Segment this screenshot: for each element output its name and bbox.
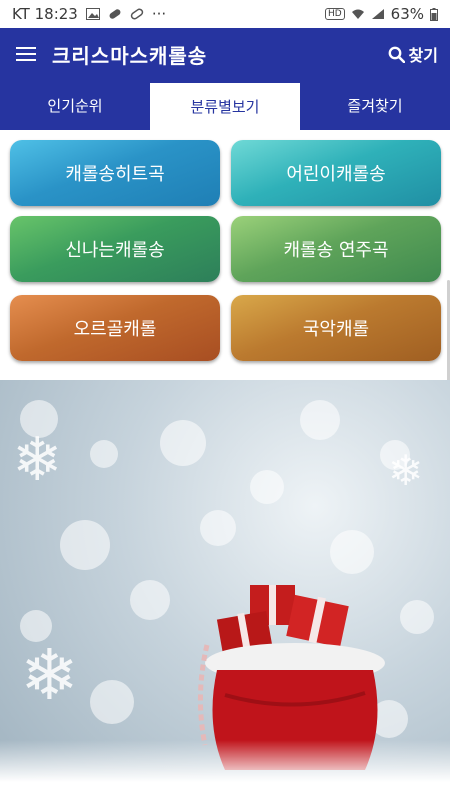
- hd-badge: HD: [324, 8, 345, 20]
- search-label: 찾기: [408, 46, 438, 65]
- bokeh-light: [90, 680, 134, 724]
- tab-popular[interactable]: 인기순위: [0, 80, 150, 130]
- tab-categories[interactable]: 분류별보기: [150, 80, 300, 130]
- gallery-icon: [85, 8, 100, 20]
- category-music-box-button[interactable]: 오르골캐롤: [10, 295, 220, 361]
- app-bar: 크리스마스캐롤송 찾기: [0, 28, 450, 80]
- snowflake-icon: ❄: [20, 634, 79, 716]
- search-icon: [388, 46, 405, 63]
- status-bar: KT 18:23 ··· HD 63%: [0, 0, 450, 28]
- menu-button[interactable]: [0, 28, 52, 80]
- battery-icon: [430, 7, 438, 21]
- wifi-icon: [351, 9, 364, 19]
- bokeh-light: [90, 440, 118, 468]
- more-notifications: ···: [151, 5, 167, 23]
- category-label: 국악캐롤: [302, 319, 370, 340]
- category-label: 오르골캐롤: [73, 319, 157, 340]
- tab-label: 즐겨찾기: [347, 96, 403, 115]
- search-button[interactable]: 찾기: [388, 42, 438, 66]
- christmas-banner-image: ❄ ❄ ❄: [0, 380, 450, 800]
- category-upbeat-carols-button[interactable]: 신나는캐롤송: [10, 216, 220, 282]
- snowflake-icon: ❄: [388, 446, 424, 495]
- category-instrumental-button[interactable]: 캐롤송 연주곡: [231, 216, 441, 282]
- bokeh-light: [250, 470, 284, 504]
- bokeh-light: [400, 600, 434, 634]
- app-title: 크리스마스캐롤송: [52, 43, 208, 68]
- category-grid: 캐롤송히트곡 어린이캐롤송 신나는캐롤송 캐롤송 연주곡 오르골캐롤 국악캐롤: [0, 130, 450, 470]
- bokeh-light: [330, 530, 374, 574]
- tab-favorites[interactable]: 즐겨찾기: [300, 80, 450, 130]
- category-label: 신나는캐롤송: [65, 240, 165, 261]
- bokeh-light: [160, 420, 206, 466]
- category-gugak-button[interactable]: 국악캐롤: [231, 295, 441, 361]
- pill-icon: [109, 9, 121, 19]
- category-label: 캐롤송 연주곡: [283, 240, 389, 261]
- bokeh-light: [130, 580, 170, 620]
- snow-ground: [0, 740, 450, 800]
- tab-label: 분류별보기: [190, 98, 260, 116]
- tab-bar: 인기순위 분류별보기 즐겨찾기: [0, 80, 450, 130]
- battery-percent: 63%: [390, 5, 424, 23]
- bokeh-light: [300, 400, 340, 440]
- category-hit-carols-button[interactable]: 캐롤송히트곡: [10, 140, 220, 206]
- carrier-time: KT 18:23: [12, 5, 78, 23]
- capsule-icon: [130, 8, 144, 20]
- snowflake-icon: ❄: [12, 425, 63, 495]
- bokeh-light: [60, 520, 110, 570]
- category-kids-carols-button[interactable]: 어린이캐롤송: [231, 140, 441, 206]
- tab-label: 인기순위: [47, 96, 103, 115]
- bokeh-light: [200, 510, 236, 546]
- signal-icon: [371, 9, 384, 19]
- category-label: 어린이캐롤송: [286, 164, 386, 185]
- category-label: 캐롤송히트곡: [65, 164, 165, 185]
- hamburger-icon: [16, 47, 36, 61]
